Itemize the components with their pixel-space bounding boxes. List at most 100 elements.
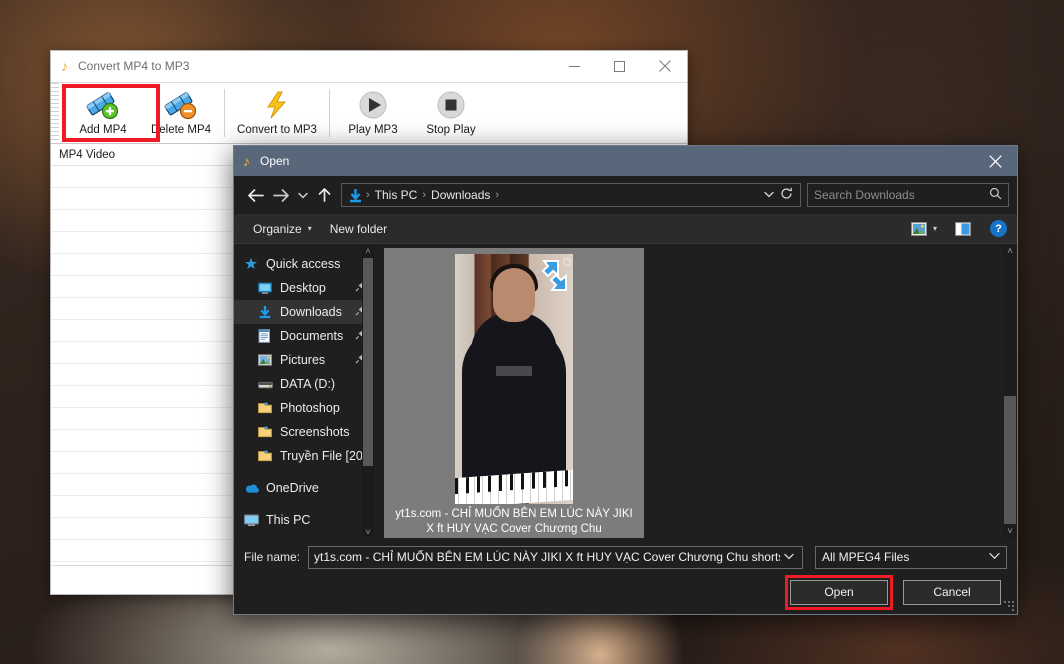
downloads-arrow-icon	[346, 188, 365, 203]
help-button[interactable]: ?	[990, 220, 1007, 237]
drive-icon	[258, 379, 280, 390]
sidebar-item-truyen-file[interactable]: Truyền File [20-0	[234, 444, 374, 468]
play-mp3-button[interactable]: Play MP3	[334, 83, 412, 143]
delete-video-icon	[164, 89, 198, 121]
stop-icon	[436, 89, 466, 121]
file-item-partial[interactable]: Truyền File [20-01-2021 15_20]	[686, 244, 936, 246]
sidebar-scrollbar[interactable]: ˄ ˅	[362, 244, 374, 538]
sidebar-item-quick-access[interactable]: Quick access	[234, 252, 374, 276]
breadcrumb-this-pc[interactable]: This PC	[371, 188, 422, 202]
search-icon	[989, 187, 1002, 203]
sidebar-item-pictures[interactable]: Pictures	[234, 348, 374, 372]
delete-mp4-button[interactable]: Delete MP4	[142, 83, 220, 143]
organize-label: Organize	[253, 221, 302, 236]
sidebar-item-label: Photoshop	[280, 401, 340, 415]
maximize-button[interactable]	[597, 51, 642, 81]
file-type-filter-value: All MPEG4 Files	[822, 550, 910, 564]
resize-grip[interactable]	[1004, 601, 1014, 611]
file-name-label: File name:	[244, 550, 301, 564]
sidebar-item-screenshots[interactable]: Screenshots	[234, 420, 374, 444]
sidebar-item-label: Documents	[280, 329, 344, 343]
chevron-down-icon[interactable]	[780, 551, 800, 563]
forward-button[interactable]	[268, 182, 294, 208]
up-one-level-button[interactable]	[311, 182, 337, 208]
documents-icon	[258, 329, 280, 343]
file-pane-scrollbar[interactable]: ˄ ˅	[1003, 244, 1017, 538]
shortcut-arrows-icon	[527, 260, 567, 298]
open-button[interactable]: Open	[790, 579, 888, 605]
recent-locations-dropdown[interactable]	[294, 182, 311, 208]
desktop-icon	[258, 282, 280, 295]
file-scroll-up-button[interactable]: ˄	[1003, 244, 1017, 258]
preview-pane-button[interactable]	[946, 221, 980, 236]
add-video-icon	[86, 89, 120, 121]
dialog-bottom-bar: File name: yt1s.com - CHỈ MUỐN BÊN EM LÚ…	[234, 538, 1017, 614]
breadcrumb-separator: ›	[495, 189, 500, 201]
open-button-wrapper: Open	[785, 574, 893, 610]
file-scroll-thumb[interactable]	[1004, 396, 1016, 524]
stop-play-label: Stop Play	[426, 124, 476, 136]
sidebar-item-desktop[interactable]: Desktop	[234, 276, 374, 300]
sidebar-item-downloads[interactable]: Downloads	[234, 300, 374, 324]
sidebar-item-data-d[interactable]: DATA (D:)	[234, 372, 374, 396]
close-button[interactable]	[642, 51, 687, 81]
search-placeholder: Search Downloads	[814, 188, 915, 202]
dialog-title-bar: ♪ Open	[234, 146, 1017, 176]
file-name-input[interactable]: yt1s.com - CHỈ MUỐN BÊN EM LÚC NÀY JIKI …	[308, 545, 803, 569]
sidebar-item-label: Downloads	[280, 305, 342, 319]
lightning-bolt-icon	[263, 89, 291, 121]
address-bar[interactable]: › This PC › Downloads ›	[341, 183, 801, 207]
file-name-row: File name: yt1s.com - CHỈ MUỐN BÊN EM LÚ…	[244, 544, 1007, 570]
sidebar-scroll-thumb[interactable]	[363, 258, 373, 466]
navigation-sidebar[interactable]: Quick access Desktop Downloads Documents…	[234, 244, 374, 538]
cancel-button[interactable]: Cancel	[903, 579, 1001, 605]
chevron-down-icon: ▾	[307, 224, 312, 233]
dialog-close-button[interactable]	[973, 146, 1017, 176]
file-scroll-down-button[interactable]: ˅	[1003, 524, 1017, 538]
dialog-command-bar: Organize ▾ New folder ▾ ?	[234, 214, 1017, 244]
sidebar-scroll-down-button[interactable]: ˅	[362, 525, 374, 538]
file-list-pane[interactable]: Photoshop 2.0 v1.2.1 FINAL 12-001 Truyền…	[374, 244, 1017, 538]
chevron-down-icon[interactable]	[758, 189, 780, 201]
pictures-icon	[258, 354, 280, 366]
sidebar-item-this-pc[interactable]: This PC	[234, 508, 374, 532]
downloads-arrow-icon	[258, 305, 280, 319]
back-button[interactable]	[242, 182, 268, 208]
help-label: ?	[995, 222, 1002, 235]
file-name-value: yt1s.com - CHỈ MUỐN BÊN EM LÚC NÀY JIKI …	[314, 550, 780, 564]
selected-file-item[interactable]: yt1s.com - CHỈ MUỐN BÊN EM LÚC NÀY JIKI …	[384, 248, 644, 538]
breadcrumb-downloads[interactable]: Downloads	[427, 188, 494, 202]
sidebar-item-documents[interactable]: Documents	[234, 324, 374, 348]
convert-to-mp3-button[interactable]: Convert to MP3	[229, 83, 325, 143]
app-toolbar: Add MP4 Delete MP4 Convert to MP3 Play M…	[51, 82, 687, 144]
new-folder-button[interactable]: New folder	[321, 222, 396, 236]
video-thumbnail	[455, 254, 573, 504]
app-title: Convert MP4 to MP3	[78, 59, 190, 73]
minimize-button[interactable]	[552, 51, 597, 81]
dialog-body: Quick access Desktop Downloads Documents…	[234, 244, 1017, 538]
toolbar-ruler-decoration	[51, 83, 59, 143]
file-type-filter-select[interactable]: All MPEG4 Files	[815, 545, 1007, 569]
stop-play-button[interactable]: Stop Play	[412, 83, 490, 143]
sidebar-item-label: Truyền File [20-0	[279, 449, 374, 463]
organize-button[interactable]: Organize ▾	[244, 222, 321, 236]
add-mp4-button[interactable]: Add MP4	[64, 83, 142, 143]
sidebar-scroll-up-button[interactable]: ˄	[362, 244, 374, 257]
selected-file-caption: yt1s.com - CHỈ MUỐN BÊN EM LÚC NÀY JIKI …	[395, 508, 633, 535]
refresh-icon[interactable]	[780, 187, 796, 203]
delete-mp4-label: Delete MP4	[150, 124, 212, 136]
file-item-partial[interactable]: Photoshop 2.0 v1.2.1 FINAL 12-001	[384, 244, 634, 246]
sidebar-item-onedrive[interactable]: OneDrive	[234, 476, 374, 500]
change-view-button[interactable]: ▾	[902, 221, 946, 236]
add-mp4-label: Add MP4	[79, 124, 127, 136]
dialog-title: Open	[260, 154, 290, 168]
search-input[interactable]: Search Downloads	[807, 183, 1009, 207]
folder-icon	[258, 426, 280, 438]
dialog-navigation-bar: › This PC › Downloads › Search Downloads	[234, 176, 1017, 214]
star-icon	[244, 257, 266, 271]
dialog-button-row: Open Cancel	[244, 570, 1007, 614]
sidebar-item-photoshop[interactable]: Photoshop	[234, 396, 374, 420]
view-large-icons-icon	[910, 221, 927, 236]
column-header-mp4-video: MP4 Video	[59, 148, 116, 161]
